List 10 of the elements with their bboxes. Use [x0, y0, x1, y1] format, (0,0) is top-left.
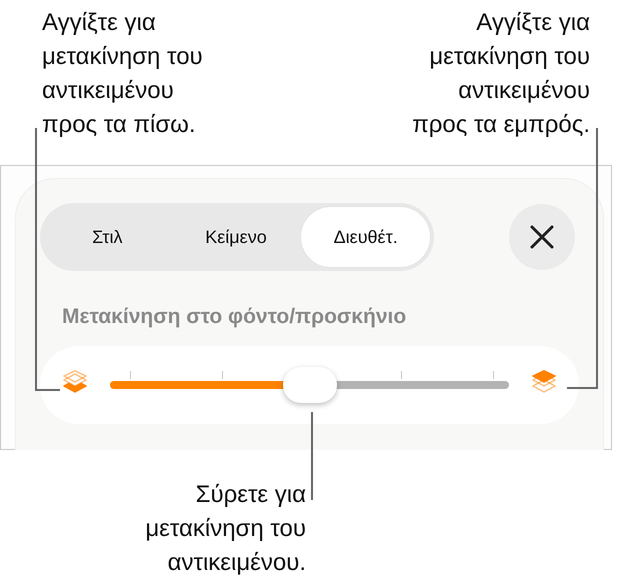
callout-text: Σύρετε για μετακίνηση του αντικειμένου.: [144, 480, 306, 578]
section-title: Μετακίνηση στο φόντο/προσκήνιο: [62, 305, 408, 329]
tab[interactable]: Κείμενο: [172, 206, 300, 268]
callout-text: Αγγίξτε για μετακίνηση του αντικειμένου προς τα εμπρός.: [411, 8, 590, 140]
tab[interactable]: Στιλ: [43, 206, 172, 268]
callout-text: Αγγίξτε για μετακίνηση του αντικειμένου προς τα πίσω.: [42, 8, 204, 140]
tab[interactable]: Διευθέτ.: [300, 206, 432, 268]
close-icon: [530, 225, 554, 249]
slider-track[interactable]: [110, 367, 509, 403]
slider-thumb[interactable]: [282, 367, 336, 403]
